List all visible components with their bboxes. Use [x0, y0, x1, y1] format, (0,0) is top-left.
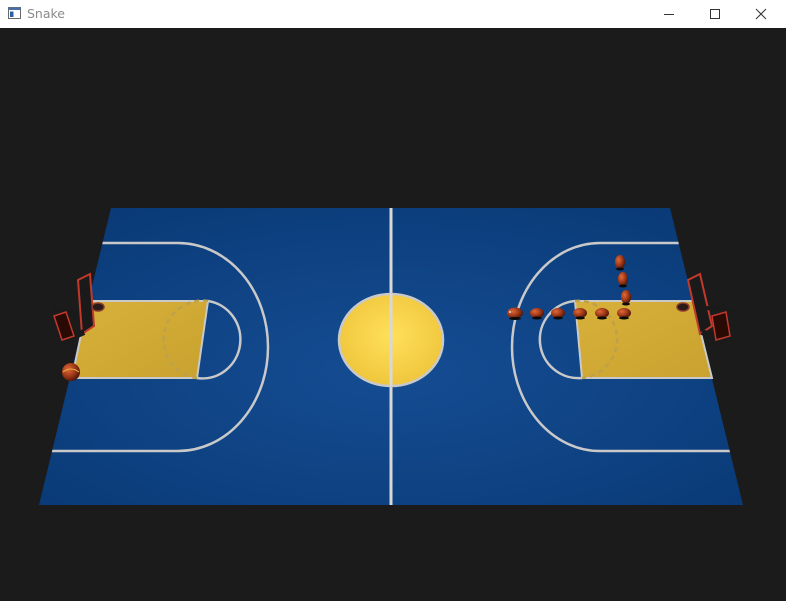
basketball	[62, 363, 80, 381]
game-viewport[interactable]	[0, 28, 786, 601]
maximize-icon	[710, 9, 720, 19]
close-button[interactable]	[738, 0, 784, 28]
window-title: Snake	[27, 6, 66, 21]
game-scene	[39, 208, 743, 505]
snake-segment	[530, 308, 544, 320]
minimize-icon	[664, 14, 674, 15]
app-window-icon	[8, 7, 21, 19]
snake-segment	[551, 308, 565, 320]
title-bar[interactable]: Snake	[0, 0, 786, 28]
maximize-button[interactable]	[692, 0, 738, 28]
minimize-button[interactable]	[646, 0, 692, 28]
snake-segment	[595, 308, 609, 320]
snake-head	[507, 307, 523, 320]
close-icon	[755, 8, 767, 20]
snake-segment	[617, 308, 631, 320]
snake-segment	[573, 308, 587, 320]
